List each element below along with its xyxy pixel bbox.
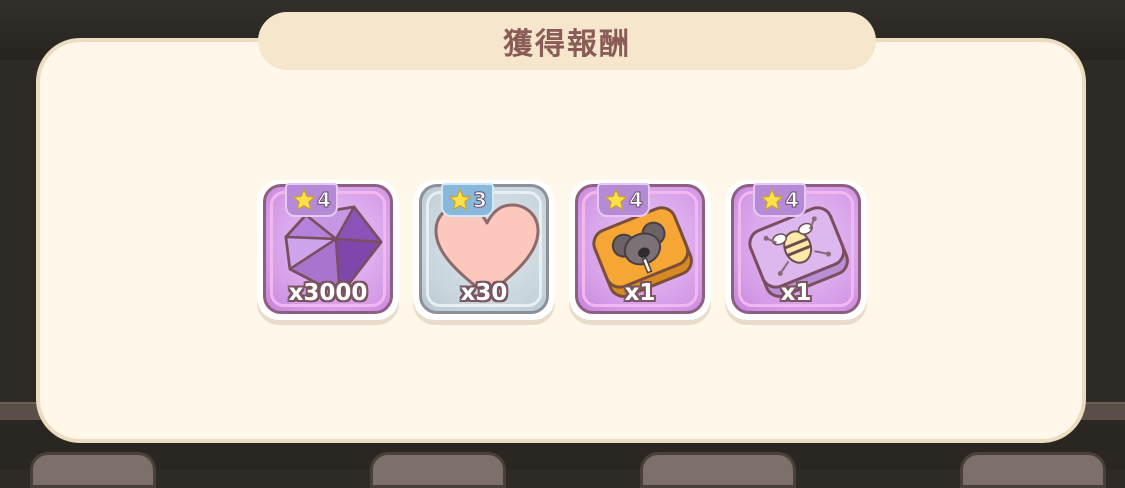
reward-card-bee-badge[interactable]: 4 x1 [725,180,867,320]
star-icon [760,188,784,211]
rarity-level: 4 [317,188,332,213]
reward-quantity: x1 [624,280,656,306]
background-tile [370,452,506,488]
reward-quantity: x30 [460,280,508,306]
reward-card-diamond[interactable]: 4 x3000 [257,180,399,320]
background-tile [960,452,1106,488]
background-tile [640,452,796,488]
dialog-title-bar: 獲得報酬 [258,12,876,70]
star-icon [604,188,628,211]
star-icon [292,188,316,211]
reward-quantity: x3000 [288,280,368,306]
rarity-badge: 4 [285,183,338,217]
rarity-level: 4 [629,188,644,213]
rarity-level: 4 [785,188,800,213]
background-tile [30,452,156,488]
reward-card-koala-badge[interactable]: 4 x1 [569,180,711,320]
star-icon [448,188,472,211]
rarity-badge: 4 [597,183,650,217]
rarity-badge: 4 [753,183,806,217]
rarity-badge: 3 [441,183,494,217]
reward-dialog[interactable] [36,38,1086,443]
rarity-level: 3 [473,188,488,213]
dialog-title: 獲得報酬 [503,27,631,62]
reward-card-heart[interactable]: 3 x30 [413,180,555,320]
reward-quantity: x1 [780,280,812,306]
